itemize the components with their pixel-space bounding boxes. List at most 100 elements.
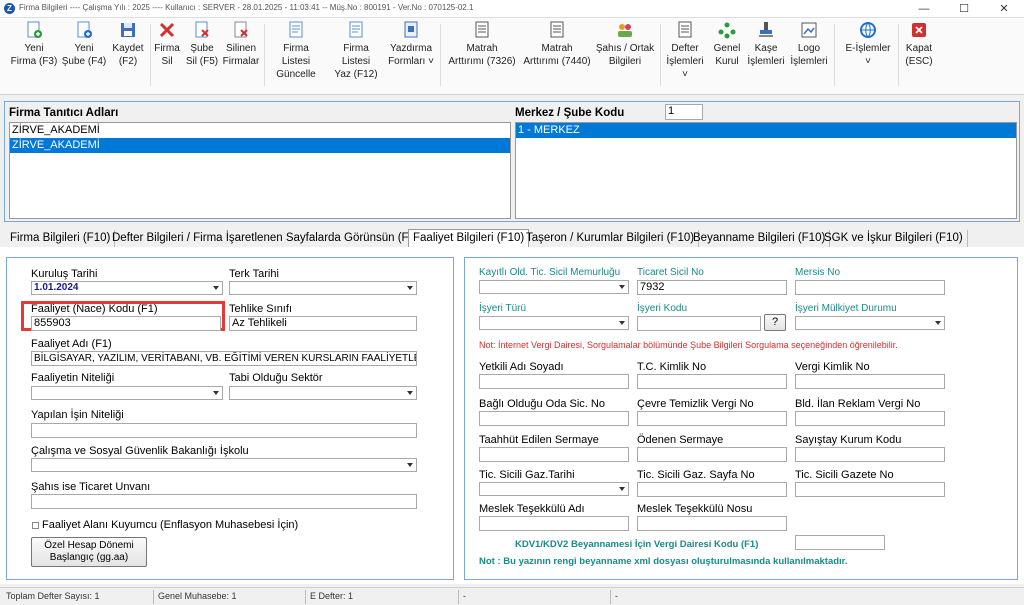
meslek-adi-input[interactable] — [479, 516, 629, 531]
kdv-label: KDV1/KDV2 Beyannamesi İçin Vergi Dairesi… — [515, 539, 759, 550]
niteligi-select[interactable] — [31, 386, 223, 400]
ticaret-sicil-label: Ticaret Sicil No — [637, 267, 704, 278]
print-list-button[interactable]: Firma Listesi Yaz (F12) — [328, 20, 384, 81]
terk-date-picker[interactable] — [229, 281, 417, 295]
minimize-button[interactable]: — — [904, 0, 944, 18]
tab-sgk-iskur[interactable]: SGK ve İşkur Bilgileri (F10) — [820, 230, 968, 247]
print-forms-button[interactable]: Yazdırma Formları ˅ — [386, 20, 436, 68]
kuyumcu-checkbox[interactable] — [32, 522, 39, 529]
e-operations-icon — [860, 22, 876, 38]
yetkili-input[interactable] — [479, 374, 629, 389]
tab-bar: Firma Bilgileri (F10) Defter Bilgileri /… — [0, 229, 1024, 247]
save-icon — [121, 23, 135, 37]
xml-note: Not : Bu yazının rengi beyanname xml dos… — [479, 556, 848, 567]
mersis-label: Mersis No — [795, 267, 841, 278]
company-list[interactable]: ZİRVE_AKADEMİ ZİRVE_AKADEMİ — [9, 122, 511, 219]
chevron-down-icon — [935, 321, 941, 325]
tab-defter-bilgileri[interactable]: Defter Bilgileri / Firma İşaretlenen Say… — [108, 230, 431, 247]
matrah-7326-button[interactable]: Matrah Arttırımı (7326) — [446, 20, 518, 68]
kurulus-date-picker[interactable]: 1.01.2024 — [31, 281, 223, 295]
odenen-input[interactable] — [637, 447, 787, 462]
oda-label: Bağlı Olduğu Oda Sic. No — [479, 398, 605, 410]
branch-list[interactable]: 1 - MERKEZ — [515, 122, 1017, 219]
ledger-operations-button[interactable]: Defter İşlemleri ˅ — [664, 20, 706, 81]
list-item-selected[interactable]: ZİRVE_AKADEMİ — [10, 138, 510, 153]
kurulus-label: Kuruluş Tarihi — [31, 268, 98, 280]
save-button[interactable]: Kaydet (F2) — [110, 20, 146, 68]
sahis-input[interactable] — [31, 494, 417, 509]
cevre-label: Çevre Temizlik Vergi No — [637, 398, 754, 410]
general-assembly-button[interactable]: Genel Kurul — [710, 20, 744, 68]
status-toplam: Toplam Defter Sayısı: 1 — [6, 591, 100, 601]
partners-button[interactable]: Şahıs / Ortak Bilgileri — [594, 20, 656, 68]
matrah-7440-button[interactable]: Matrah Arttırımı (7440) — [522, 20, 592, 68]
vergi-kimlik-input[interactable] — [795, 374, 945, 389]
branch-code-input[interactable]: 1 — [665, 104, 703, 120]
iskolu-select[interactable] — [31, 458, 417, 472]
window-title: Firma Bilgileri ---- Çalışma Yılı : 2025… — [19, 3, 474, 12]
faaliyet-adi-input[interactable]: BİLGİSAYAR, YAZILIM, VERİTABANI, VB. EĞİ… — [31, 351, 417, 366]
mersis-input[interactable] — [795, 280, 945, 295]
refresh-list-button[interactable]: Firma Listesi Güncelle — [268, 20, 324, 81]
delete-company-button[interactable]: Firma Sil — [153, 20, 181, 68]
cevre-input[interactable] — [637, 411, 787, 426]
new-company-button[interactable]: Yeni Firma (F3) — [10, 20, 58, 68]
logo-operations-button[interactable]: Logo İşlemleri — [788, 20, 830, 68]
isyeri-mulkiyet-label: İşyeri Mülkiyet Durumu — [795, 303, 897, 314]
kayitli-select[interactable] — [479, 280, 629, 294]
sektor-select[interactable] — [229, 386, 417, 400]
chevron-down-icon — [407, 286, 413, 290]
close-button[interactable]: Kapat (ESC) — [902, 20, 936, 68]
isyeri-turu-label: İşyeri Türü — [479, 303, 527, 314]
deleted-companies-button[interactable]: Silinen Firmalar — [222, 20, 260, 68]
partners-icon — [618, 24, 632, 37]
meslek-nosu-input[interactable] — [637, 516, 787, 531]
isin-niteligi-input[interactable] — [31, 423, 417, 438]
isyeri-kodu-help-button[interactable]: ? — [764, 314, 786, 331]
gaz-sayfa-input[interactable] — [637, 482, 787, 497]
isyeri-kodu-input[interactable] — [637, 316, 761, 331]
e-operations-button[interactable]: E-İşlemler ˅ — [842, 20, 894, 68]
tab-firma-bilgileri[interactable]: Firma Bilgileri (F10) — [6, 230, 116, 247]
taahhut-input[interactable] — [479, 447, 629, 462]
oda-input[interactable] — [479, 411, 629, 426]
sayistay-input[interactable] — [795, 447, 945, 462]
app-icon: Z — [4, 3, 15, 14]
tab-taseron-kurumlar[interactable]: Taşeron / Kurumlar Bilgileri (F10) — [522, 230, 700, 247]
ozel-hesap-button[interactable]: Özel Hesap Dönemi Başlangıç (gg.aa) — [31, 537, 147, 567]
isin-niteligi-label: Yapılan İşin Niteliği — [31, 409, 124, 421]
toolbar-separator — [834, 24, 835, 86]
chevron-down-icon — [213, 286, 219, 290]
gazete-no-input[interactable] — [795, 482, 945, 497]
ticaret-sicil-input[interactable]: 7932 — [637, 280, 787, 295]
new-branch-icon — [77, 21, 92, 38]
kayitli-label: Kayıtlı Old. Tic. Sicil Memurluğu — [479, 267, 621, 278]
ilan-input[interactable] — [795, 411, 945, 426]
tehlike-input[interactable]: Az Tehlikeli — [229, 316, 417, 331]
odenen-label: Ödenen Sermaye — [637, 434, 724, 446]
toolbar-separator — [898, 24, 899, 86]
close-window-button[interactable]: ✕ — [984, 0, 1024, 18]
isyeri-kodu-label: İşyeri Kodu — [637, 303, 688, 314]
kdv-input[interactable] — [795, 535, 885, 550]
status-field-5: - — [615, 591, 618, 601]
chevron-down-icon — [619, 487, 625, 491]
gaz-tarihi-label: Tic. Sicili Gaz.Tarihi — [479, 469, 575, 481]
isyeri-mulkiyet-select[interactable] — [795, 316, 945, 330]
list-item[interactable]: ZİRVE_AKADEMİ — [10, 123, 510, 138]
print-list-icon — [349, 21, 363, 38]
toolbar-separator — [264, 24, 265, 86]
gaz-tarihi-picker[interactable] — [479, 482, 629, 496]
status-bar: Toplam Defter Sayısı: 1 Genel Muhasebe: … — [0, 587, 1024, 605]
new-branch-button[interactable]: Yeni Şube (F4) — [60, 20, 108, 68]
list-item-selected[interactable]: 1 - MERKEZ — [516, 123, 1016, 138]
isyeri-turu-select[interactable] — [479, 316, 629, 330]
tab-faaliyet-bilgileri[interactable]: Faaliyet Bilgileri (F10) — [408, 229, 530, 247]
stamp-operations-button[interactable]: Kaşe İşlemleri — [746, 20, 786, 68]
tc-input[interactable] — [637, 374, 787, 389]
delete-branch-button[interactable]: Şube Sil (F5) — [184, 20, 220, 68]
tab-beyanname-bilgileri[interactable]: Beyanname Bilgileri (F10) — [689, 230, 831, 247]
maximize-button[interactable]: ☐ — [944, 0, 984, 18]
nace-input[interactable]: 855903 — [31, 316, 221, 331]
tab-content: Kuruluş Tarihi 1.01.2024 Terk Tarihi Faa… — [0, 247, 1024, 584]
